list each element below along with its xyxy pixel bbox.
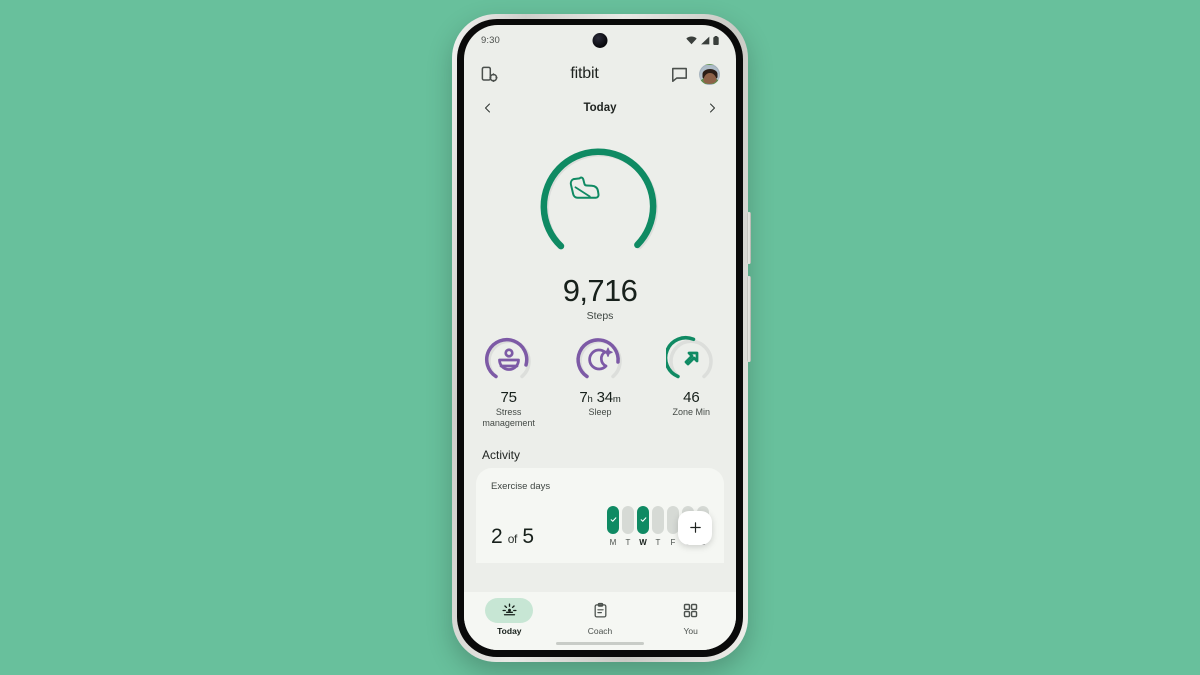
phone-device-frame: 9:30 fitbit Today 9,716 Steps 75 Stress … bbox=[452, 14, 751, 662]
nav-item-coach[interactable]: Coach bbox=[555, 598, 646, 636]
moon-star-icon bbox=[588, 347, 613, 371]
sleep-hours: 7 bbox=[579, 389, 588, 406]
metric-sleep[interactable]: 7h 34m Sleep bbox=[567, 334, 632, 430]
day-navigation: Today bbox=[464, 93, 736, 123]
app-content: 9,716 Steps 75 Stress management 7h 34m … bbox=[464, 123, 736, 650]
steps-hero[interactable]: 9,716 Steps bbox=[464, 123, 736, 322]
phone-screen: 9:30 fitbit Today 9,716 Steps 75 Stress … bbox=[464, 25, 736, 650]
day-column: W bbox=[637, 505, 649, 547]
stress-value: 75 bbox=[500, 389, 517, 406]
bottom-navigation-bar: Today Coach You bbox=[464, 592, 736, 650]
day-pill-monday[interactable] bbox=[607, 505, 619, 534]
day-column: T bbox=[622, 505, 634, 547]
app-header: fitbit bbox=[464, 55, 736, 93]
power-button[interactable] bbox=[747, 212, 751, 264]
activity-section-title: Activity bbox=[482, 447, 521, 462]
stress-label: Stress management bbox=[476, 407, 541, 430]
sleep-label: Sleep bbox=[588, 407, 612, 417]
nav-label-coach: Coach bbox=[587, 626, 613, 636]
stress-label-line1: Stress bbox=[495, 407, 522, 417]
day-pill-wednesday[interactable] bbox=[637, 505, 649, 534]
chevron-left-icon[interactable] bbox=[482, 102, 494, 114]
metrics-row: 75 Stress management 7h 34m Sleep 46 Zon… bbox=[464, 334, 736, 430]
stress-progress-ring bbox=[484, 337, 531, 379]
cellular-signal-icon bbox=[701, 36, 710, 44]
exercise-days-label: Exercise days bbox=[491, 480, 551, 492]
exercise-count-goal: 5 bbox=[522, 524, 534, 548]
phone-bezel: 9:30 fitbit Today 9,716 Steps 75 Stress … bbox=[457, 19, 743, 657]
steps-progress-ring bbox=[540, 148, 658, 250]
nav-pill-you bbox=[667, 598, 715, 623]
exercise-count-of: of bbox=[507, 531, 518, 546]
status-bar-time: 9:30 bbox=[481, 34, 500, 46]
day-letter-friday: F bbox=[670, 537, 676, 547]
meditation-icon bbox=[497, 348, 520, 371]
status-bar-icons bbox=[686, 35, 719, 45]
exercise-count-value: 2 bbox=[491, 524, 503, 548]
grid-icon bbox=[683, 603, 698, 618]
sleep-hours-unit: h bbox=[587, 394, 593, 405]
nav-pill-coach bbox=[576, 598, 624, 623]
zone-minutes-value: 46 bbox=[683, 389, 700, 406]
nav-pill-today bbox=[485, 598, 534, 623]
plus-icon bbox=[689, 522, 701, 533]
shoe-icon bbox=[569, 176, 600, 199]
day-letter-wednesday: W bbox=[639, 537, 647, 547]
battery-icon bbox=[713, 35, 719, 45]
day-letter-thursday: T bbox=[655, 537, 661, 547]
exercise-days-row: 2 of 5 M T W T F bbox=[491, 505, 709, 547]
avatar-face bbox=[703, 73, 716, 84]
add-exercise-button[interactable] bbox=[678, 510, 712, 545]
exercise-days-card[interactable]: Exercise days 2 of 5 M T W T F bbox=[476, 467, 724, 563]
steps-label: Steps bbox=[586, 310, 614, 322]
nav-label-you: You bbox=[683, 626, 698, 636]
stress-label-line2: management bbox=[482, 418, 535, 429]
metric-zone-minutes[interactable]: 46 Zone Min bbox=[659, 334, 724, 430]
day-letter-tuesday: T bbox=[625, 537, 631, 547]
zone-minutes-label: Zone Min bbox=[672, 407, 711, 417]
sleep-value: 7h 34m bbox=[567, 389, 632, 406]
metric-stress-management[interactable]: 75 Stress management bbox=[476, 334, 541, 430]
zone-minutes-progress-ring bbox=[666, 336, 714, 379]
exercise-days-count: 2 of 5 bbox=[491, 526, 534, 547]
nav-item-today[interactable]: Today bbox=[464, 598, 555, 636]
day-letter-monday: M bbox=[609, 537, 617, 547]
day-pill-tuesday[interactable] bbox=[622, 505, 634, 534]
volume-button[interactable] bbox=[747, 276, 751, 362]
nav-label-today: Today bbox=[497, 626, 522, 636]
clipboard-icon bbox=[594, 602, 606, 618]
chat-bubble-icon[interactable] bbox=[670, 65, 689, 84]
wifi-icon bbox=[686, 36, 697, 44]
day-column: T bbox=[652, 505, 664, 547]
day-nav-label: Today bbox=[583, 102, 617, 114]
steps-value: 9,716 bbox=[562, 273, 638, 308]
device-sync-icon[interactable] bbox=[480, 65, 499, 84]
day-pill-thursday[interactable] bbox=[652, 505, 664, 534]
profile-avatar[interactable] bbox=[699, 63, 720, 85]
front-camera-punch-hole bbox=[592, 33, 608, 48]
sunrise-icon bbox=[502, 603, 517, 616]
check-icon bbox=[610, 517, 616, 522]
sleep-progress-ring bbox=[576, 338, 622, 379]
check-icon bbox=[640, 517, 646, 522]
nav-item-you[interactable]: You bbox=[645, 598, 736, 636]
status-bar: 9:30 bbox=[464, 25, 736, 55]
chevron-right-icon[interactable] bbox=[706, 102, 718, 114]
sleep-minutes-unit: m bbox=[612, 394, 621, 405]
home-indicator bbox=[556, 642, 644, 645]
zone-minutes-icon bbox=[684, 351, 699, 366]
app-title: fitbit bbox=[570, 65, 599, 82]
day-column: M bbox=[607, 505, 619, 547]
sleep-minutes: 34 bbox=[596, 389, 614, 406]
